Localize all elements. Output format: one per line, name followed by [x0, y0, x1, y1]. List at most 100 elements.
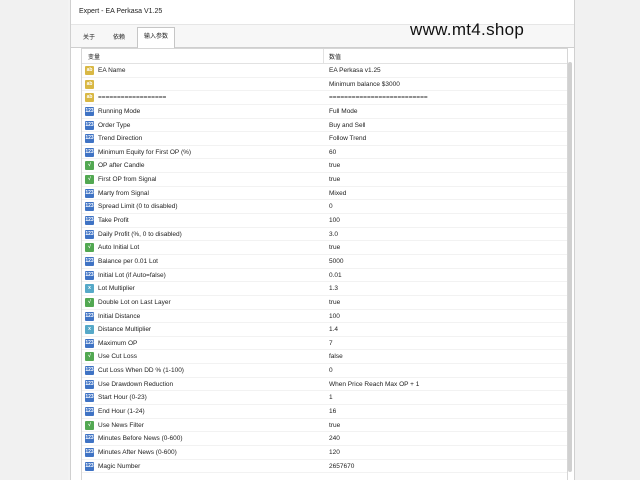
param-value[interactable]: 1.4 — [329, 326, 338, 333]
table-row[interactable]: √ OP after Candle true — [82, 159, 567, 174]
table-row[interactable]: x Distance Multiplier 1.4 — [82, 323, 567, 337]
bool-param-icon: √ — [85, 161, 94, 171]
param-value[interactable]: true — [329, 176, 340, 183]
number-param-icon: 123 — [85, 256, 94, 266]
table-row[interactable]: 123 Minimum Equity for First OP (%) 60 — [82, 146, 567, 160]
table-row[interactable]: ab ================== ====================… — [82, 91, 567, 105]
table-row[interactable]: 123 Maximum OP 7 — [82, 337, 567, 351]
param-value[interactable]: Full Mode — [329, 108, 358, 115]
table-row[interactable]: √ Auto Initial Lot true — [82, 241, 567, 255]
table-row[interactable]: 123 Magic Number 2657670 — [82, 460, 567, 474]
table-row[interactable]: 123 Trend Direction Follow Trend — [82, 132, 567, 146]
bool-param-icon: √ — [85, 297, 94, 307]
param-value[interactable]: 2657670 — [329, 463, 354, 470]
table-row[interactable]: 123 End Hour (1-24) 16 — [82, 405, 567, 419]
bool-param-icon: √ — [85, 243, 94, 253]
number-param-icon: 123 — [85, 338, 94, 348]
param-name: Maximum OP — [98, 339, 138, 347]
number-param-icon: 123 — [85, 393, 94, 403]
param-name: Minimum Equity for First OP (%) — [98, 148, 192, 156]
param-value[interactable]: Follow Trend — [329, 135, 366, 142]
param-name: Cut Loss When DD % (1-100) — [98, 367, 184, 375]
table-row[interactable]: ab Minimum balance $3000 — [82, 78, 567, 92]
table-row[interactable]: 123 Cut Loss When DD % (1-100) 0 — [82, 364, 567, 378]
param-name: ================== — [98, 94, 167, 102]
table-row[interactable]: 123 Daily Profit (%, 0 to disabled) 3.0 — [82, 228, 567, 242]
number-param-icon: 123 — [85, 216, 94, 226]
number-param-icon: 123 — [85, 311, 94, 321]
param-value[interactable]: 0 — [329, 367, 333, 374]
table-row[interactable]: 123 Use Drawdown Reduction When Price Reac… — [82, 378, 567, 392]
param-name: Magic Number — [98, 462, 141, 470]
param-value[interactable]: Mixed — [329, 190, 346, 197]
table-row[interactable]: ab EA Name EA Perkasa v1.25 — [82, 64, 567, 78]
double-param-icon: x — [85, 284, 94, 294]
tab-inputs[interactable]: 输入参数 — [137, 27, 176, 48]
expert-properties-window: Expert - EA Perkasa V1.25 关于 依赖 输入参数 变量 … — [70, 0, 575, 480]
param-value[interactable]: EA Perkasa v1.25 — [329, 67, 381, 74]
number-param-icon: 123 — [85, 147, 94, 157]
right-background — [575, 0, 640, 480]
table-row[interactable]: 123 Spread Limit (0 to disabled) 0 — [82, 200, 567, 215]
param-value[interactable]: 0.01 — [329, 272, 342, 279]
table-row[interactable]: x Lot Multiplier 1.3 — [82, 282, 567, 296]
param-name: Lot Multiplier — [98, 285, 135, 293]
param-value[interactable]: 100 — [329, 217, 340, 224]
param-value[interactable]: true — [329, 244, 340, 251]
table-row[interactable]: √ Double Lot on Last Layer true — [82, 296, 567, 310]
param-value[interactable]: When Price Reach Max OP + 1 — [329, 381, 419, 388]
param-value[interactable]: Minimum balance $3000 — [329, 81, 400, 88]
table-row[interactable]: 123 Marty from Signal Mixed — [82, 187, 567, 201]
param-name: End Hour (1-24) — [98, 408, 145, 416]
number-param-icon: 123 — [85, 434, 94, 444]
param-name: Use News Filter — [98, 421, 144, 429]
number-param-icon: 123 — [85, 134, 94, 144]
column-header-variable[interactable]: 变量 — [88, 52, 100, 61]
param-value[interactable]: 3.0 — [329, 231, 338, 238]
number-param-icon: 123 — [85, 229, 94, 239]
number-param-icon: 123 — [85, 366, 94, 376]
param-name: Distance Multiplier — [98, 326, 152, 334]
table-row[interactable]: 123 Balance per 0.01 Lot 5000 — [82, 255, 567, 269]
param-value[interactable]: 100 — [329, 313, 340, 320]
param-value[interactable]: 5000 — [329, 258, 343, 265]
param-value[interactable]: ========================== — [329, 94, 428, 101]
table-row[interactable]: 123 Initial Lot (if Auto=false) 0.01 — [82, 269, 567, 283]
param-name: Trend Direction — [98, 135, 143, 143]
table-row[interactable]: √ Use Cut Loss false — [82, 350, 567, 365]
param-value[interactable]: 1.3 — [329, 285, 338, 292]
table-row[interactable]: 123 Order Type Buy and Sell — [82, 119, 567, 133]
bool-param-icon: √ — [85, 175, 94, 185]
param-name: Minutes Before News (0-600) — [98, 435, 183, 443]
table-row[interactable]: 123 Initial Distance 100 — [82, 310, 567, 324]
param-value[interactable]: true — [329, 299, 340, 306]
table-row[interactable]: 123 Running Mode Full Mode — [82, 105, 567, 119]
param-value[interactable]: false — [329, 353, 343, 360]
string-param-icon: ab — [85, 79, 94, 89]
vertical-scrollbar[interactable] — [568, 62, 572, 472]
table-row[interactable]: 123 Minutes Before News (0-600) 240 — [82, 432, 567, 446]
tab-about[interactable]: 关于 — [77, 29, 101, 47]
param-value[interactable]: 240 — [329, 435, 340, 442]
param-value[interactable]: true — [329, 162, 340, 169]
param-name: Initial Lot (if Auto=false) — [98, 271, 166, 279]
column-header-value[interactable]: 数值 — [329, 52, 341, 61]
table-row[interactable]: √ First OP from Signal true — [82, 173, 567, 187]
param-value[interactable]: 16 — [329, 408, 336, 415]
param-value[interactable]: 1 — [329, 394, 333, 401]
param-value[interactable]: 60 — [329, 149, 336, 156]
tab-dependencies[interactable]: 依赖 — [107, 29, 131, 47]
number-param-icon: 123 — [85, 120, 94, 130]
table-row[interactable]: 123 Start Hour (0-23) 1 — [82, 391, 567, 406]
param-value[interactable]: true — [329, 422, 340, 429]
param-name: EA Name — [98, 67, 126, 74]
table-row[interactable]: √ Use News Filter true — [82, 419, 567, 433]
table-row[interactable]: 123 Take Profit 100 — [82, 214, 567, 228]
param-value[interactable]: 120 — [329, 449, 340, 456]
param-value[interactable]: 0 — [329, 203, 333, 210]
param-value[interactable]: 7 — [329, 340, 333, 347]
table-row[interactable]: 123 Minutes After News (0-600) 120 — [82, 446, 567, 460]
param-name: Daily Profit (%, 0 to disabled) — [98, 230, 182, 238]
param-value[interactable]: Buy and Sell — [329, 122, 366, 129]
double-param-icon: x — [85, 325, 94, 335]
